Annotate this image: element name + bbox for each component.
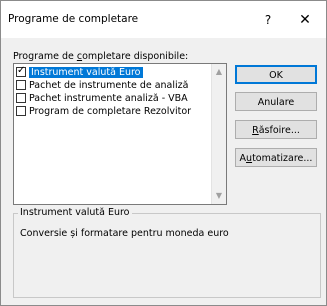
automation-button[interactable]: Automatizare... bbox=[235, 148, 317, 167]
checkbox[interactable] bbox=[16, 105, 26, 116]
selected-add-in-title: Instrument valută Euro bbox=[18, 207, 132, 218]
dialog-title: Programe de completare bbox=[8, 13, 139, 25]
checkbox[interactable] bbox=[16, 65, 26, 77]
add-ins-dialog: Programe de completare ? ✕ Programe de c… bbox=[0, 0, 327, 306]
list-item-label: Program de completare Rezolvitor bbox=[29, 106, 192, 117]
list-item[interactable]: Pachet de instrumente de analiză bbox=[16, 79, 189, 92]
list-item-label: Pachet de instrumente de analiză bbox=[29, 80, 189, 91]
title-bar: Programe de completare ? ✕ bbox=[1, 1, 326, 38]
list-item-label: Pachet instrumente analiză - VBA bbox=[29, 93, 188, 104]
close-button[interactable]: ✕ bbox=[294, 10, 316, 30]
cancel-button[interactable]: Anulare bbox=[235, 92, 317, 111]
add-ins-listbox[interactable]: Instrument valută Euro Pachet de instrum… bbox=[13, 63, 227, 205]
help-button[interactable]: ? bbox=[258, 10, 278, 30]
selected-add-in-description: Conversie și formatare pentru moneda eur… bbox=[20, 228, 229, 239]
list-item[interactable]: Instrument valută Euro bbox=[16, 65, 143, 79]
scroll-up-icon[interactable]: ▲ bbox=[212, 66, 226, 78]
ok-button[interactable]: OK bbox=[235, 65, 317, 84]
list-item-label: Instrument valută Euro bbox=[29, 67, 143, 78]
vertical-scrollbar[interactable]: ▲ ▼ bbox=[211, 64, 226, 204]
list-item[interactable]: Program de completare Rezolvitor bbox=[16, 105, 192, 118]
list-item[interactable]: Pachet instrumente analiză - VBA bbox=[16, 92, 188, 105]
checkbox[interactable] bbox=[16, 92, 26, 103]
available-add-ins-label: Programe de completare disponibile: bbox=[13, 51, 189, 62]
checkbox[interactable] bbox=[16, 79, 26, 90]
browse-button[interactable]: Răsfoire... bbox=[235, 120, 317, 139]
add-in-details-group: Instrument valută Euro Conversie și form… bbox=[13, 207, 321, 298]
scroll-down-icon[interactable]: ▼ bbox=[212, 190, 226, 202]
